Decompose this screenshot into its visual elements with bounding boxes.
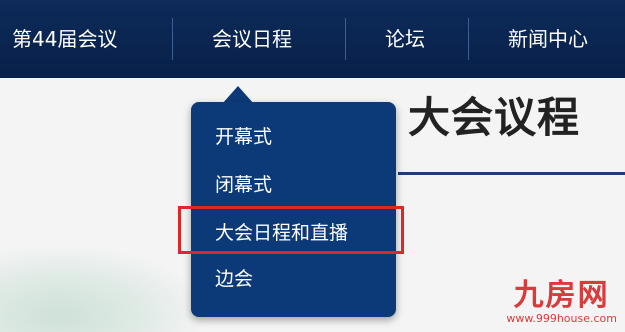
menu-item-closing-ceremony[interactable]: 闭幕式 — [215, 170, 272, 197]
title-underline — [398, 172, 625, 175]
highlight-annotation-box — [178, 206, 404, 254]
nav-item-news-center[interactable]: 新闻中心 — [508, 0, 588, 78]
menu-item-opening-ceremony[interactable]: 开幕式 — [215, 122, 272, 149]
nav-item-44th-session[interactable]: 第44届会议 — [12, 0, 117, 78]
nav-separator — [172, 18, 173, 60]
page-title: 大会议程 — [408, 93, 581, 142]
nav-separator — [345, 18, 346, 60]
top-nav-bar: 第44届会议 会议日程 论坛 新闻中心 — [0, 0, 625, 78]
watermark-logo: 九房网 — [513, 278, 610, 313]
watermark: 九房网 www.999house.com — [506, 280, 617, 326]
nav-item-schedule[interactable]: 会议日程 — [212, 0, 292, 78]
nav-separator — [468, 18, 469, 60]
nav-item-forum[interactable]: 论坛 — [385, 0, 425, 78]
background-image — [0, 248, 200, 332]
menu-item-side-events[interactable]: 边会 — [215, 264, 253, 291]
watermark-url: www.999house.com — [506, 312, 617, 325]
